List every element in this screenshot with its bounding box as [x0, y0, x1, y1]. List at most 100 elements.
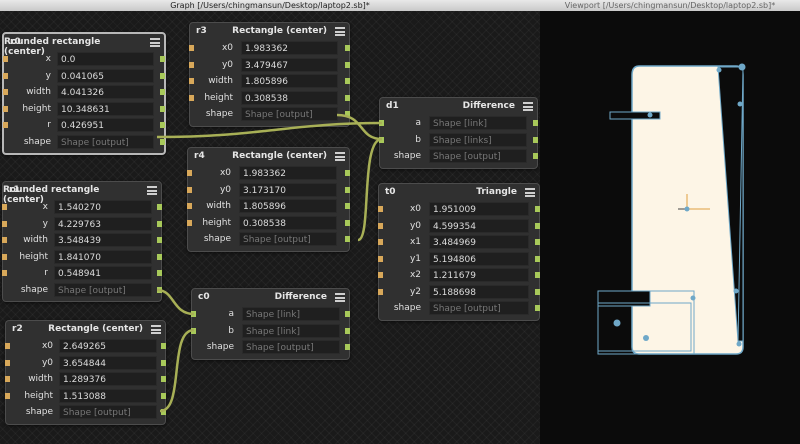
param-value-field[interactable]: 0.041065 — [57, 68, 154, 83]
node-name[interactable]: r2 — [12, 324, 23, 334]
output-port[interactable] — [535, 305, 540, 311]
node-c0[interactable]: c0 Difference a Shape [link] b Shape [link] sh… — [191, 288, 350, 360]
param-value-field[interactable]: 1.289376 — [59, 372, 157, 386]
param-value-field[interactable]: 1.513088 — [59, 388, 157, 403]
node-header[interactable]: r3 Rectangle (center) — [190, 23, 349, 40]
param-value-field[interactable]: 2.649265 — [59, 339, 157, 353]
output-port[interactable] — [533, 120, 538, 126]
output-port[interactable] — [160, 89, 165, 95]
output-port[interactable] — [160, 105, 165, 112]
menu-icon[interactable] — [151, 325, 161, 334]
output-port[interactable] — [345, 94, 350, 101]
output-port[interactable] — [160, 72, 165, 79]
output-port[interactable] — [345, 78, 350, 84]
param-value-field[interactable]: 0.308538 — [239, 215, 337, 230]
output-port[interactable] — [157, 270, 162, 276]
param-value-field[interactable]: 3.479467 — [241, 57, 338, 72]
node-header[interactable]: r4 Rectangle (center) — [188, 148, 349, 165]
param-value-field[interactable]: 1.211679 — [429, 268, 529, 282]
output-port[interactable] — [161, 376, 166, 382]
node-d1[interactable]: d1 Difference a Shape [link] b Shape [links] s… — [379, 97, 538, 169]
output-port[interactable] — [345, 219, 350, 226]
param-value-field[interactable]: 1.841070 — [54, 249, 152, 264]
param-value-field[interactable]: 3.173170 — [239, 182, 337, 197]
param-value-field[interactable]: 0.426951 — [57, 118, 154, 132]
output-port[interactable] — [345, 111, 350, 117]
node-header[interactable]: r1 Rounded rectangle (center) — [3, 182, 161, 205]
node-name[interactable]: r4 — [194, 151, 205, 161]
param-value-field[interactable]: 5.194806 — [429, 251, 529, 266]
output-port[interactable] — [157, 253, 162, 260]
output-port[interactable] — [345, 344, 350, 350]
output-port[interactable] — [157, 286, 162, 293]
output-port[interactable] — [161, 392, 166, 399]
node-header[interactable]: d1 Difference — [380, 98, 537, 115]
node-name[interactable]: c0 — [198, 292, 210, 302]
output-port[interactable] — [345, 61, 350, 68]
node-r3[interactable]: r3 Rectangle (center) x0 1.983362 y0 3.479467… — [189, 22, 350, 127]
node-name[interactable]: t0 — [385, 187, 396, 197]
param-value-field[interactable]: 4.041326 — [57, 85, 154, 99]
wire-r1-c0a[interactable] — [156, 288, 195, 316]
cutout-slot-left[interactable] — [609, 111, 661, 120]
output-port[interactable] — [535, 255, 540, 262]
output-port[interactable] — [160, 138, 165, 145]
param-value-field[interactable]: 0.0 — [57, 52, 154, 66]
param-value-field[interactable]: 3.654844 — [59, 355, 157, 370]
param-value-field[interactable]: 5.188698 — [429, 284, 529, 299]
output-port[interactable] — [533, 136, 538, 143]
output-port[interactable] — [157, 204, 162, 210]
output-port[interactable] — [157, 237, 162, 243]
output-port[interactable] — [157, 220, 162, 227]
param-value-field[interactable]: 0.548941 — [54, 266, 152, 280]
output-port[interactable] — [161, 343, 166, 349]
node-t0[interactable]: t0 Triangle x0 1.951009 y0 4.599354 x1 3.484969… — [378, 183, 540, 321]
menu-icon[interactable] — [335, 293, 345, 302]
param-value-field[interactable]: 3.548439 — [54, 233, 152, 247]
cutout-lower-left[interactable] — [597, 290, 651, 307]
param-value-field[interactable]: 1.805896 — [239, 199, 337, 213]
menu-icon[interactable] — [335, 27, 345, 36]
param-value-field[interactable]: 1.983362 — [241, 41, 338, 55]
output-port[interactable] — [345, 203, 350, 209]
output-port[interactable] — [345, 186, 350, 193]
menu-icon[interactable] — [523, 102, 533, 111]
output-port[interactable] — [533, 153, 538, 159]
param-value-field[interactable]: 1.951009 — [429, 202, 529, 216]
node-header[interactable]: t0 Triangle — [379, 184, 539, 201]
node-r0[interactable]: r0 Rounded rectangle (center) x 0.0 y 0.04106… — [2, 32, 166, 155]
output-port[interactable] — [535, 288, 540, 295]
node-header[interactable]: c0 Difference — [192, 289, 349, 306]
output-port[interactable] — [161, 409, 166, 415]
param-value-field[interactable]: 4.599354 — [429, 218, 529, 233]
node-r2[interactable]: r2 Rectangle (center) x0 2.649265 y0 3.654844… — [5, 320, 166, 425]
output-port[interactable] — [535, 272, 540, 278]
output-port[interactable] — [345, 45, 350, 51]
param-value-field[interactable]: 1.805896 — [241, 74, 338, 88]
menu-icon[interactable] — [335, 152, 345, 161]
node-name[interactable]: d1 — [386, 101, 399, 111]
output-port[interactable] — [535, 222, 540, 229]
param-value-field[interactable]: 10.348631 — [57, 101, 154, 116]
param-value-field[interactable]: 4.229763 — [54, 216, 152, 231]
menu-icon[interactable] — [147, 186, 157, 195]
param-value-field[interactable]: 3.484969 — [429, 235, 529, 249]
output-port[interactable] — [345, 236, 350, 242]
output-port[interactable] — [345, 327, 350, 334]
output-port[interactable] — [160, 56, 165, 62]
output-port[interactable] — [161, 359, 166, 366]
node-name[interactable]: r3 — [196, 26, 207, 36]
graph-canvas[interactable]: r0 Rounded rectangle (center) x 0.0 y 0.04106… — [0, 11, 540, 444]
param-value-field[interactable]: 1.540270 — [54, 200, 152, 214]
param-value-field[interactable]: 1.983362 — [239, 166, 337, 180]
output-port[interactable] — [345, 311, 350, 317]
node-r1[interactable]: r1 Rounded rectangle (center) x 1.540270 y 4.… — [2, 181, 162, 302]
viewport-canvas[interactable] — [540, 11, 800, 444]
output-port[interactable] — [535, 206, 540, 212]
param-value-field[interactable]: 0.308538 — [241, 90, 338, 105]
node-header[interactable]: r0 Rounded rectangle (center) — [4, 34, 164, 57]
node-r4[interactable]: r4 Rectangle (center) x0 1.983362 y0 3.173170… — [187, 147, 350, 252]
menu-icon[interactable] — [525, 188, 535, 197]
output-port[interactable] — [345, 170, 350, 176]
menu-icon[interactable] — [150, 38, 160, 47]
